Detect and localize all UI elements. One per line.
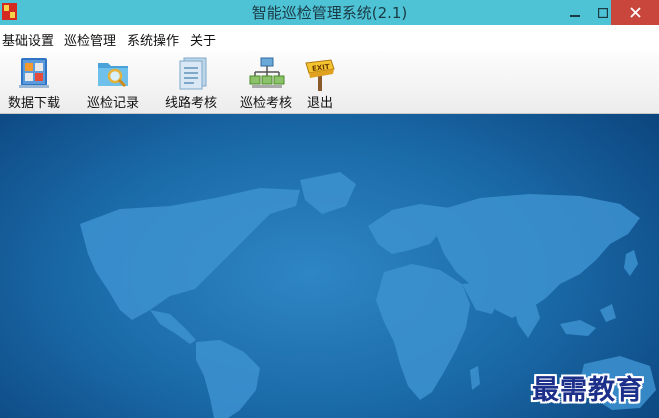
exit-label: 退出 <box>307 96 334 111</box>
route-assessment-label: 线路考核 <box>165 96 218 111</box>
data-download-icon <box>19 58 49 88</box>
close-button[interactable] <box>611 0 659 25</box>
data-download-button[interactable]: 数据下载 <box>4 54 64 112</box>
minimize-icon <box>570 14 580 17</box>
maximize-icon <box>598 7 608 18</box>
inspection-assessment-icon <box>249 57 285 88</box>
menu-system-operations[interactable]: 系统操作 <box>127 30 179 49</box>
close-icon <box>629 7 641 18</box>
toolbar: 数据下载 巡检记录 线路考核 巡检考核 EXIT 退出 <box>0 51 659 114</box>
data-download-label: 数据下载 <box>8 96 61 111</box>
menu-inspection-management[interactable]: 巡检管理 <box>64 30 116 49</box>
watermark-text: 最需教育 <box>532 375 644 406</box>
inspection-assessment-button[interactable]: 巡检考核 <box>238 54 296 112</box>
exit-icon: EXIT <box>305 59 335 91</box>
menu-bar: 基础设置 巡检管理 系统操作 关于 <box>0 25 659 52</box>
route-assessment-button[interactable]: 线路考核 <box>162 54 222 112</box>
inspection-record-icon <box>98 63 128 88</box>
title-bar[interactable]: 智能巡检管理系统(2.1) <box>0 0 659 25</box>
route-assessment-icon <box>179 57 207 90</box>
menu-about[interactable]: 关于 <box>190 30 216 49</box>
menu-basic-settings[interactable]: 基础设置 <box>2 30 54 49</box>
inspection-record-button[interactable]: 巡检记录 <box>84 54 142 112</box>
inspection-assessment-label: 巡检考核 <box>240 96 293 111</box>
inspection-record-label: 巡检记录 <box>87 96 140 111</box>
exit-button[interactable]: EXIT 退出 <box>300 54 342 112</box>
